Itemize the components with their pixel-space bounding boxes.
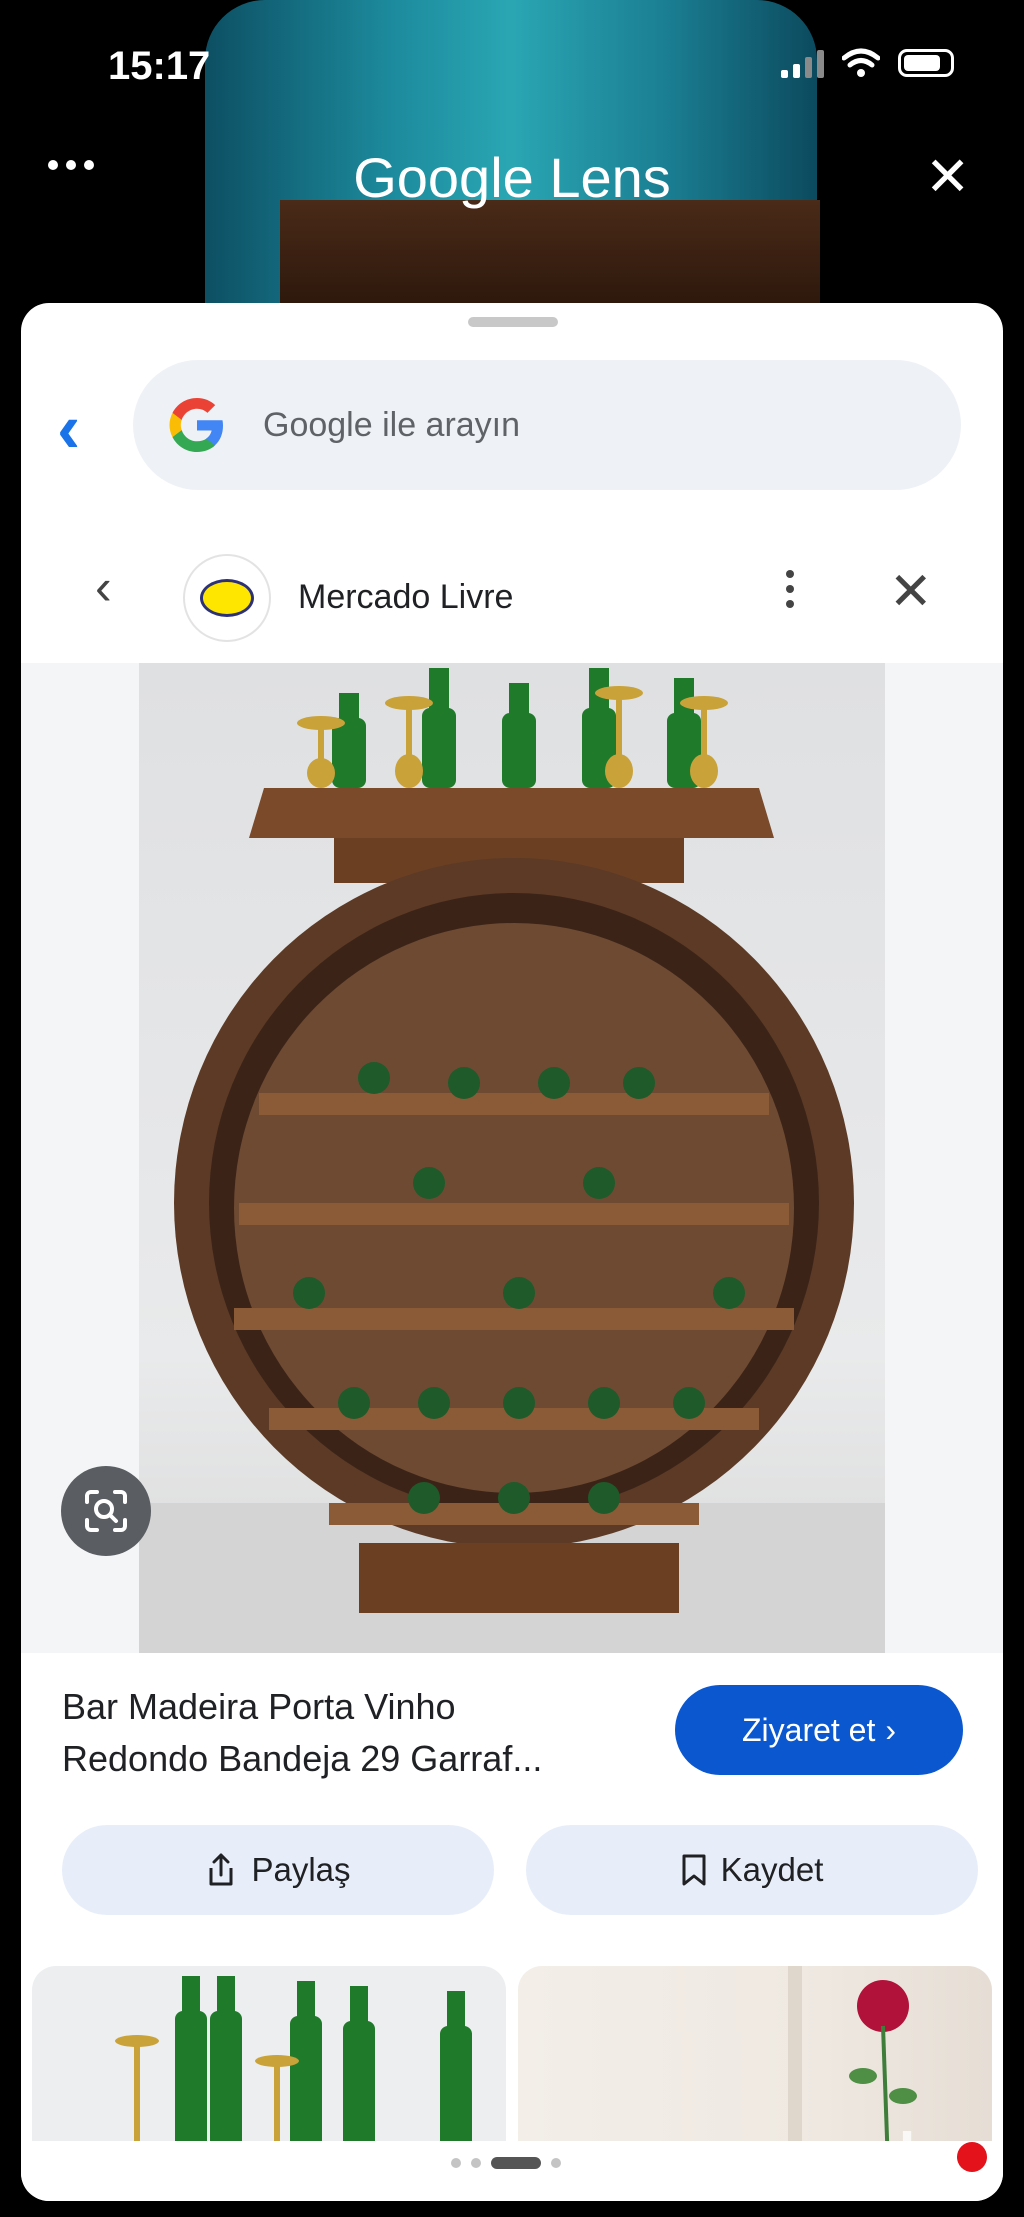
close-icon[interactable]: ✕ (925, 150, 970, 204)
page-title: Google Lens (353, 146, 671, 209)
back-icon[interactable]: ‹ (57, 393, 80, 463)
google-logo-icon (169, 398, 223, 452)
related-result-thumbnail[interactable] (32, 1966, 506, 2166)
kebab-menu-icon[interactable] (786, 570, 794, 608)
battery-icon (898, 49, 954, 77)
product-title-line-1: Bar Madeira Porta Vinho (62, 1686, 456, 1727)
status-icons (781, 48, 954, 78)
source-name: Mercado Livre (298, 578, 514, 616)
status-time: 15:17 (108, 44, 211, 88)
signal-icon (781, 48, 824, 78)
save-button-label: Kaydet (720, 1851, 824, 1888)
chevron-right-icon: › (885, 1711, 897, 1748)
watermark-dot (957, 2142, 987, 2172)
product-title[interactable]: Bar Madeira Porta Vinho Redondo Bandeja … (62, 1681, 662, 1785)
mercado-livre-logo-icon (183, 554, 271, 642)
visit-button[interactable]: Ziyaret et › (675, 1685, 963, 1775)
drag-handle[interactable] (468, 317, 558, 327)
bookmark-icon (682, 1854, 706, 1886)
product-image[interactable] (139, 663, 885, 1653)
lens-search-icon[interactable] (61, 1466, 151, 1556)
results-sheet: ‹ Google ile arayın ‹ Mercado Livre ✕ Ba… (21, 303, 1003, 2201)
search-input[interactable]: Google ile arayın (133, 360, 961, 490)
source-row: ‹ Mercado Livre ✕ (21, 540, 1003, 660)
page-indicator (451, 2157, 561, 2169)
close-source-icon[interactable]: ✕ (889, 566, 933, 618)
save-button[interactable]: Kaydet (526, 1825, 978, 1915)
share-button[interactable]: Paylaş (62, 1825, 494, 1915)
product-title-line-2: Redondo Bandeja 29 Garraf... (62, 1738, 543, 1779)
wine-barrel-illustration (139, 668, 885, 1653)
wifi-icon (842, 48, 880, 77)
watermark: prayk (780, 2121, 932, 2188)
background-wood (280, 200, 820, 305)
result-image-area (21, 663, 1003, 1653)
search-placeholder: Google ile arayın (263, 405, 521, 444)
share-button-label: Paylaş (251, 1851, 351, 1888)
share-icon (209, 1853, 233, 1886)
visit-button-label: Ziyaret et (741, 1711, 876, 1748)
chevron-left-icon[interactable]: ‹ (95, 562, 112, 612)
